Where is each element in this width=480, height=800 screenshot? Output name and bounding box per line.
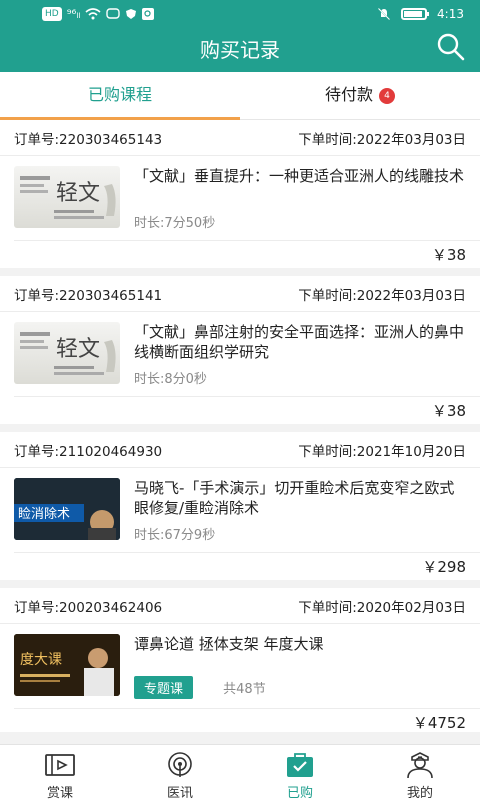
- bottom-nav: 赏课 医讯 已购 我的: [0, 744, 480, 800]
- course-thumbnail: 度大课: [14, 634, 120, 696]
- tab-label: 待付款: [324, 85, 373, 104]
- order-price: ￥38: [14, 240, 480, 268]
- page-title: 购买记录: [200, 38, 280, 62]
- order-price: ￥38: [14, 396, 480, 424]
- thumbnail-text: 轻文: [56, 181, 100, 206]
- doctor-profile-icon: [407, 752, 433, 779]
- status-bar: HD ⁹⁶ₗₗ 4:13: [0, 0, 480, 30]
- chat-icon: [106, 8, 121, 19]
- nav-item-news[interactable]: 医讯: [120, 745, 240, 800]
- nav-label: 已购: [286, 786, 313, 800]
- nav-item-mine[interactable]: 我的: [360, 745, 480, 800]
- course-thumbnail: 轻文: [14, 166, 120, 228]
- course-item[interactable]: 轻文 「文献」鼻部注射的安全平面选择：亚洲人的鼻中线横断面组织学研究 时长:8分…: [0, 312, 480, 396]
- course-duration: 时长:8分0秒: [134, 372, 207, 387]
- video-icon: [45, 754, 75, 776]
- thumbnail-text: 轻文: [56, 337, 100, 362]
- order-number: 订单号:211020464930: [14, 443, 163, 460]
- order-list[interactable]: 订单号:220303465143 下单时间:2022年03月03日 轻文 「文献…: [0, 120, 480, 744]
- tab-pending-payment[interactable]: 待付款 4: [240, 72, 480, 120]
- course-item[interactable]: 轻文 「文献」垂直提升：一种更适合亚洲人的线雕技术 时长:7分50秒: [0, 156, 480, 240]
- order-time: 下单时间:2021年10月20日: [298, 443, 466, 460]
- thumbnail-text: 度大课: [20, 652, 62, 668]
- course-title[interactable]: 「文献」垂直提升：一种更适合亚洲人的线雕技术: [134, 166, 466, 186]
- order-card[interactable]: 订单号:200203462406 下单时间:2020年02月03日 度大课 谭鼻…: [0, 588, 480, 732]
- battery-icon: [401, 8, 430, 20]
- course-item[interactable]: 睑消除术 马晓飞-「手术演示」切开重睑术后宽变窄之欧式眼修复/重睑消除术 时长:…: [0, 468, 480, 552]
- nav-item-courses[interactable]: 赏课: [0, 745, 120, 800]
- wifi-icon: [85, 8, 101, 20]
- course-title[interactable]: 谭鼻论道 拯体支架 年度大课: [134, 634, 466, 654]
- network-type-badge: HD: [42, 7, 62, 21]
- clock: 4:13: [437, 7, 464, 21]
- lesson-count: 共48节: [223, 682, 266, 697]
- order-time: 下单时间:2020年02月03日: [298, 599, 466, 616]
- order-card[interactable]: 订单号:220303465143 下单时间:2022年03月03日 轻文 「文献…: [0, 120, 480, 268]
- order-number: 订单号:200203462406: [14, 599, 163, 616]
- signal-strength: ⁹⁶ₗₗ: [66, 7, 81, 21]
- order-number: 订单号:220303465143: [14, 131, 163, 148]
- special-course-tag: 专题课: [134, 676, 194, 699]
- top-bar: HD ⁹⁶ₗₗ 4:13 购买记录: [0, 0, 480, 72]
- course-thumbnail: 轻文: [14, 322, 120, 384]
- pending-count-badge: 4: [379, 87, 395, 104]
- order-price: ￥298: [14, 552, 480, 580]
- tab-purchased-courses[interactable]: 已购课程: [0, 72, 240, 120]
- tab-label: 已购课程: [87, 85, 152, 104]
- purchased-bag-icon: [287, 753, 313, 777]
- course-title[interactable]: 马晓飞-「手术演示」切开重睑术后宽变窄之欧式眼修复/重睑消除术: [134, 478, 466, 518]
- search-small-icon: [142, 8, 155, 20]
- order-time: 下单时间:2022年03月03日: [298, 287, 466, 304]
- search-icon[interactable]: [436, 32, 466, 62]
- order-price: ￥4752: [14, 708, 480, 736]
- nav-label: 赏课: [46, 786, 73, 800]
- order-number: 订单号:220303465141: [14, 287, 163, 304]
- nav-label: 我的: [406, 786, 433, 800]
- course-duration: 时长:7分50秒: [134, 216, 216, 231]
- mute-icon: [377, 7, 391, 21]
- tab-bar: 已购课程 待付款 4: [0, 72, 480, 120]
- course-item[interactable]: 度大课 谭鼻论道 拯体支架 年度大课 专题课 共48节: [0, 624, 480, 708]
- course-duration: 时长:67分9秒: [134, 528, 216, 543]
- shield-icon: [126, 9, 137, 19]
- order-time: 下单时间:2022年03月03日: [298, 131, 466, 148]
- course-title[interactable]: 「文献」鼻部注射的安全平面选择：亚洲人的鼻中线横断面组织学研究: [134, 322, 466, 362]
- broadcast-icon: [168, 752, 192, 777]
- order-card[interactable]: 订单号:211020464930 下单时间:2021年10月20日 睑消除术 马…: [0, 432, 480, 580]
- order-card[interactable]: 订单号:220303465141 下单时间:2022年03月03日 轻文 「文献…: [0, 276, 480, 424]
- thumbnail-text: 睑消除术: [18, 507, 70, 522]
- course-thumbnail: 睑消除术: [14, 478, 120, 540]
- nav-label: 医讯: [166, 786, 193, 800]
- nav-item-purchased[interactable]: 已购: [240, 745, 360, 800]
